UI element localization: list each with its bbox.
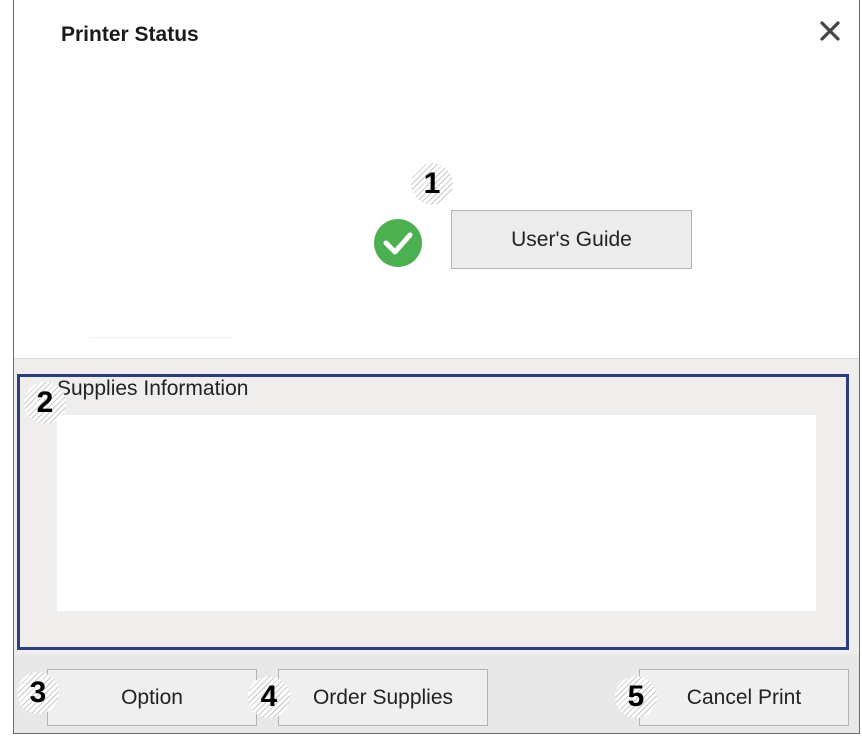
close-button[interactable] (815, 16, 845, 46)
printer-status-window: Printer Status User's Guide Supplies Inf… (13, 0, 860, 734)
order-supplies-button[interactable]: Order Supplies (278, 669, 488, 726)
callout-1: 1 (411, 163, 453, 205)
cancel-print-button[interactable]: Cancel Print (639, 669, 849, 726)
window-title: Printer Status (61, 23, 199, 46)
check-circle-icon (374, 219, 422, 267)
close-icon (820, 21, 840, 41)
status-area: User's Guide (14, 62, 859, 358)
callout-3: 3 (17, 672, 59, 714)
callout-4: 4 (248, 676, 290, 718)
option-button[interactable]: Option (47, 669, 257, 726)
title-bar: Printer Status (14, 0, 859, 63)
supplies-label: Supplies Information (57, 377, 249, 400)
callout-5: 5 (615, 676, 657, 718)
bottom-button-bar: Option Order Supplies Cancel Print (14, 654, 859, 733)
supplies-panel: Supplies Information (14, 358, 859, 655)
supplies-content-area (57, 415, 816, 611)
users-guide-button[interactable]: User's Guide (451, 210, 692, 269)
divider (90, 337, 232, 338)
callout-2: 2 (24, 382, 66, 424)
